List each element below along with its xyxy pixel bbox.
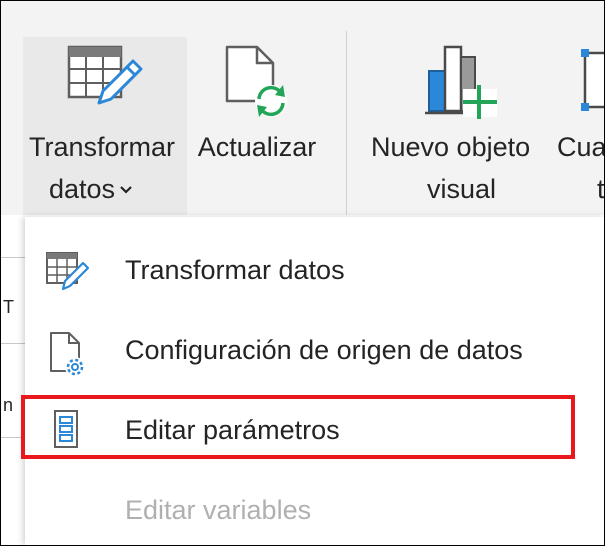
divider <box>1 343 25 344</box>
ribbon: Transformar datos Actualizar Nuevo objet… <box>1 1 604 215</box>
refresh-label: Actualizar <box>197 132 317 162</box>
refresh-button[interactable]: Actualizar <box>187 37 327 215</box>
text-box-button[interactable]: Cua t <box>557 37 604 215</box>
transform-data-label-line1: Transformar <box>29 132 176 162</box>
new-visual-label-line2: visual <box>427 174 497 204</box>
data-source-settings-icon <box>45 331 89 386</box>
new-visual-label-line1: Nuevo objeto <box>371 132 531 162</box>
text-box-label-line1: Cua <box>557 132 604 162</box>
transform-data-icon <box>45 251 90 298</box>
transform-data-icon <box>67 45 143 120</box>
menu-item-edit-variables: Editar variables <box>25 477 604 545</box>
new-visual-button[interactable]: Nuevo objeto visual <box>367 37 557 215</box>
menu-item-label: Transformar datos <box>125 255 345 285</box>
text-box-icon <box>579 47 604 124</box>
menu-item-data-source-settings[interactable]: Configuración de origen de datos <box>25 317 604 387</box>
highlight-box <box>21 395 575 459</box>
text-box-label-line2: t <box>597 174 604 204</box>
refresh-icon <box>223 45 291 128</box>
app-window: Transformar datos Actualizar Nuevo objet… <box>0 0 605 546</box>
background-text: n <box>3 395 14 415</box>
divider <box>1 257 25 258</box>
ribbon-separator <box>346 31 347 215</box>
transform-data-dropdown-menu: Transformar datos Configuración de orige… <box>21 217 604 545</box>
transform-data-label-line2: datos <box>49 174 116 204</box>
background-text: T <box>3 297 14 317</box>
chevron-down-icon[interactable] <box>119 169 133 209</box>
menu-item-label: Configuración de origen de datos <box>125 335 523 365</box>
transform-data-button[interactable]: Transformar datos <box>23 37 187 215</box>
new-visual-icon <box>423 43 503 130</box>
background-pane: T n <box>1 215 25 545</box>
menu-item-label: Editar variables <box>125 495 312 525</box>
menu-item-transform-data[interactable]: Transformar datos <box>25 237 604 307</box>
